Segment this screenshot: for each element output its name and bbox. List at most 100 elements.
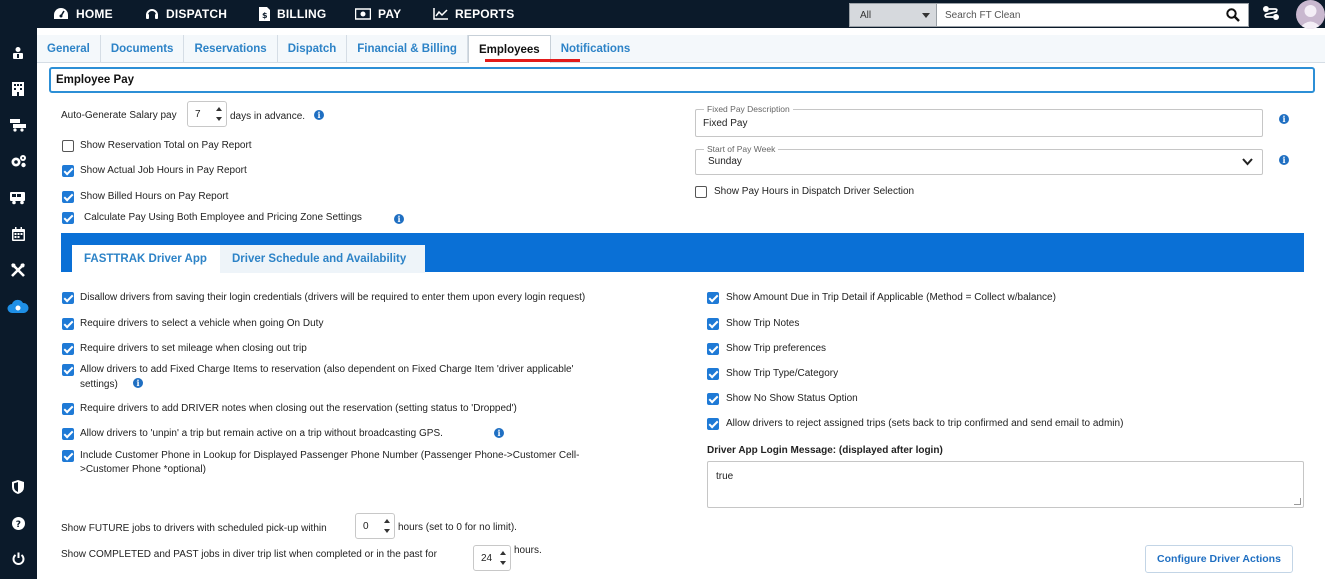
nav-pay-label: PAY — [378, 7, 402, 21]
tab-general[interactable]: General — [37, 35, 101, 63]
auto-generate-days-stepper[interactable]: 7 — [187, 101, 227, 127]
show-trip-preferences-checkbox[interactable] — [707, 343, 719, 355]
completed-jobs-hours-value: 24 — [481, 552, 493, 564]
cloud-settings-icon — [7, 299, 29, 313]
auto-generate-suffix: days in advance. — [230, 111, 306, 122]
allow-reject-trips-label: Allow drivers to reject assigned trips (… — [726, 418, 1124, 429]
show-no-show-label: Show No Show Status Option — [726, 393, 858, 404]
require-mileage-checkbox[interactable] — [62, 343, 74, 355]
require-vehicle-on-duty-checkbox[interactable] — [62, 318, 74, 330]
start-of-pay-week-select[interactable]: Start of Pay Week Sunday — [695, 144, 1263, 175]
nav-home[interactable]: HOME — [53, 0, 113, 28]
login-message-label: Driver App Login Message: (displayed aft… — [707, 445, 943, 456]
future-jobs-suffix: hours (set to 0 for no limit). — [398, 522, 517, 533]
info-icon[interactable]: i — [133, 378, 143, 388]
show-billed-hours-checkbox[interactable] — [62, 191, 74, 203]
search-placeholder: Search FT Clean — [945, 9, 1021, 21]
stepper-arrows[interactable] — [498, 548, 508, 568]
include-customer-phone-label: Include Customer Phone in Lookup for Dis… — [80, 450, 580, 461]
building-icon — [12, 82, 24, 96]
show-actual-job-hours-checkbox[interactable] — [62, 165, 74, 177]
include-customer-phone-checkbox[interactable] — [62, 450, 74, 462]
power-icon — [12, 552, 24, 565]
auto-generate-label: Auto-Generate Salary pay — [61, 110, 177, 121]
login-message-textarea[interactable]: true — [707, 461, 1304, 508]
show-trip-type-checkbox[interactable] — [707, 368, 719, 380]
future-jobs-hours-stepper[interactable]: 0 — [355, 513, 395, 539]
show-pay-hours-dispatch-checkbox[interactable] — [695, 186, 707, 198]
route-icon[interactable] — [1262, 5, 1280, 21]
allow-fixed-charge-items-label-cont: settings) — [80, 379, 118, 390]
show-amount-due-checkbox[interactable] — [707, 292, 719, 304]
stepper-arrows[interactable] — [214, 104, 224, 124]
info-icon[interactable]: i — [1279, 155, 1289, 165]
tab-reservations[interactable]: Reservations — [184, 35, 278, 63]
allow-fixed-charge-items-checkbox[interactable] — [62, 364, 74, 376]
search-scope-select[interactable]: All — [849, 3, 937, 27]
info-icon[interactable]: i — [314, 110, 324, 120]
require-vehicle-on-duty-label: Require drivers to select a vehicle when… — [80, 318, 324, 329]
arrow-up-icon — [384, 519, 390, 523]
configure-driver-actions-button[interactable]: Configure Driver Actions — [1145, 545, 1293, 573]
search-input[interactable]: Search FT Clean — [937, 3, 1249, 27]
allow-unpin-trip-checkbox[interactable] — [62, 428, 74, 440]
nav-reports[interactable]: REPORTS — [433, 0, 514, 28]
nav-pay[interactable]: PAY — [355, 0, 401, 28]
subtab-fasttrak-driver-app[interactable]: FASTTRAK Driver App — [72, 245, 220, 273]
nav-reports-label: REPORTS — [455, 7, 515, 21]
money-icon — [355, 8, 371, 20]
subtab-driver-schedule[interactable]: Driver Schedule and Availability — [220, 245, 425, 273]
avatar[interactable] — [1296, 0, 1325, 29]
info-icon[interactable]: i — [1279, 114, 1289, 124]
sidebar-item-security[interactable] — [9, 478, 27, 496]
top-nav-bar: HOME DISPATCH $ BILLING PAY REPORTS All … — [0, 0, 1325, 29]
auto-generate-days-value: 7 — [195, 108, 201, 120]
nav-dispatch[interactable]: DISPATCH — [145, 0, 227, 28]
resize-handle-icon[interactable] — [1294, 498, 1301, 505]
fixed-pay-description-field[interactable]: Fixed Pay Description Fixed Pay — [695, 104, 1263, 137]
sidebar-item-cloud[interactable] — [6, 297, 30, 315]
sidebar-item-settings[interactable] — [9, 152, 27, 170]
fixed-pay-description-label: Fixed Pay Description — [704, 104, 793, 114]
include-customer-phone-label-cont: >Customer Phone *optional) — [80, 464, 206, 475]
tab-documents[interactable]: Documents — [101, 35, 185, 63]
driver-app-tabs-bar: FASTTRAK Driver App Driver Schedule and … — [61, 233, 1304, 273]
svg-text:$: $ — [262, 11, 268, 20]
chevron-down-icon — [922, 12, 930, 18]
tab-financial-billing[interactable]: Financial & Billing — [347, 35, 468, 63]
allow-reject-trips-checkbox[interactable] — [707, 418, 719, 430]
calculate-pay-both-checkbox[interactable] — [62, 212, 74, 224]
nav-billing[interactable]: $ BILLING — [259, 0, 326, 28]
show-trip-notes-label: Show Trip Notes — [726, 318, 800, 329]
completed-jobs-suffix: hours. — [514, 545, 542, 556]
allow-fixed-charge-items-label: Allow drivers to add Fixed Charge Items … — [80, 364, 574, 375]
completed-jobs-hours-stepper[interactable]: 24 — [473, 545, 511, 571]
sidebar-item-companies[interactable] — [9, 80, 27, 98]
show-trip-preferences-label: Show Trip preferences — [726, 343, 827, 354]
sidebar-item-fleet[interactable] — [9, 116, 27, 134]
sidebar-item-calendar[interactable] — [9, 225, 27, 243]
completed-jobs-label: Show COMPLETED and PAST jobs in diver tr… — [61, 549, 437, 560]
info-icon[interactable]: i — [494, 428, 504, 438]
show-reservation-total-checkbox[interactable] — [62, 140, 74, 152]
require-driver-notes-checkbox[interactable] — [62, 403, 74, 415]
future-jobs-label: Show FUTURE jobs to drivers with schedul… — [61, 523, 327, 534]
start-of-pay-week-label: Start of Pay Week — [704, 144, 779, 154]
sidebar-item-logout[interactable] — [9, 549, 27, 567]
sidebar-item-tools[interactable] — [9, 261, 27, 279]
svg-text:?: ? — [15, 520, 20, 530]
info-icon[interactable]: i — [394, 214, 404, 224]
show-actual-job-hours-label: Show Actual Job Hours in Pay Report — [80, 165, 247, 176]
show-no-show-checkbox[interactable] — [707, 393, 719, 405]
disallow-save-credentials-checkbox[interactable] — [62, 292, 74, 304]
search-icon[interactable] — [1226, 8, 1240, 22]
settings-tabs: General Documents Reservations Dispatch … — [37, 35, 1325, 63]
sidebar-item-vehicles[interactable] — [9, 189, 27, 207]
sidebar-item-users[interactable] — [9, 44, 27, 62]
show-trip-notes-checkbox[interactable] — [707, 318, 719, 330]
stepper-arrows[interactable] — [382, 516, 392, 536]
sidebar-item-help[interactable]: ? — [9, 514, 27, 532]
arrow-down-icon — [500, 561, 506, 565]
tab-dispatch[interactable]: Dispatch — [278, 35, 348, 63]
require-mileage-label: Require drivers to set mileage when clos… — [80, 343, 307, 354]
